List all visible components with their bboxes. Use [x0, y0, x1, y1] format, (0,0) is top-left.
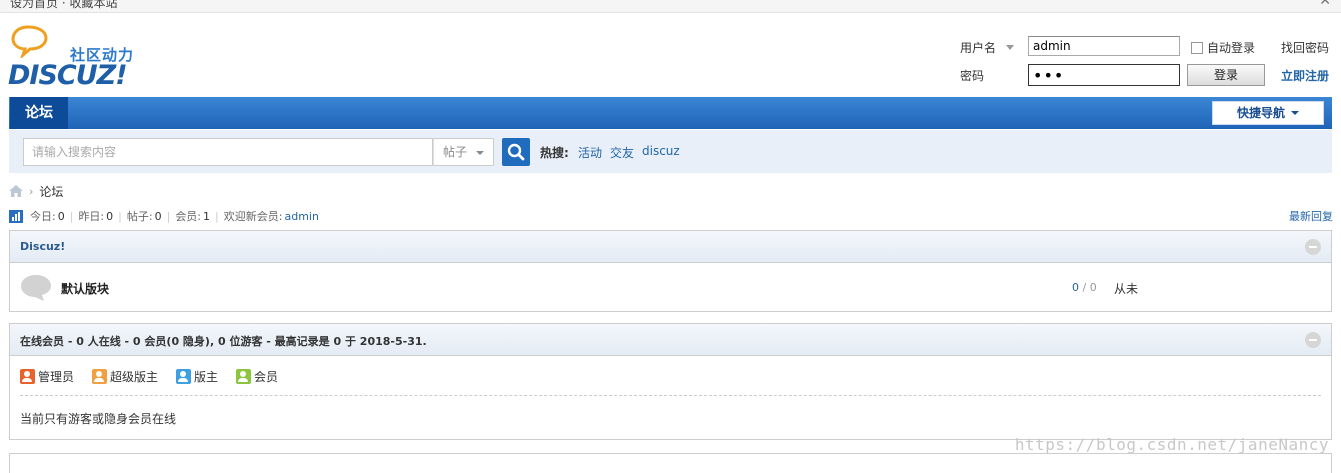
- username-label: 用户名: [960, 41, 997, 55]
- stat-members-value: 1: [203, 209, 211, 223]
- welcome-label: 欢迎新会员:: [223, 210, 283, 223]
- forum-name[interactable]: 默认版块: [61, 280, 109, 297]
- quick-nav-button[interactable]: 快捷导航: [1212, 101, 1324, 125]
- username-input[interactable]: [1028, 36, 1180, 56]
- login-button[interactable]: 登录: [1187, 64, 1265, 86]
- autologin-checkbox[interactable]: 自动登录: [1191, 39, 1255, 56]
- legend-moderator: 版主: [176, 368, 218, 385]
- forgot-password-link[interactable]: 找回密码: [1281, 39, 1329, 56]
- top-links[interactable]: 设为首页 · 收藏本站: [10, 0, 117, 11]
- breadcrumb-current[interactable]: 论坛: [39, 183, 63, 200]
- legend-label: 超级版主: [110, 370, 159, 384]
- divider: [20, 395, 1321, 396]
- bulb-icon: [11, 25, 48, 58]
- search-bar: 请输入搜索内容 帖子 热搜: 活动 交友 discuz: [9, 130, 1332, 173]
- search-icon: [507, 143, 525, 161]
- category-header: Discuz!: [10, 231, 1331, 263]
- forum-last-post: 从未: [1114, 282, 1139, 296]
- online-title: 在线会员 - 0 人在线 - 0 会员(0 隐身), 0 位游客 - 最高记录是…: [20, 335, 427, 348]
- forum-thread-count: 0: [1072, 281, 1079, 294]
- legend-super-moderator: 超级版主: [92, 368, 158, 385]
- stats-chart-icon: [9, 209, 23, 223]
- search-type-label: 帖子: [443, 145, 468, 159]
- member-legend: 管理员 超级版主 版主 会员: [20, 368, 278, 385]
- search-button[interactable]: [502, 138, 530, 166]
- stat-today-value: 0: [57, 209, 65, 223]
- stat-divider: |: [118, 209, 122, 223]
- hot-search-term[interactable]: 交友: [610, 144, 634, 161]
- legend-label: 管理员: [38, 370, 75, 384]
- search-type-select[interactable]: 帖子: [433, 138, 494, 166]
- home-icon[interactable]: [9, 185, 23, 197]
- newest-member-link[interactable]: admin: [284, 210, 318, 223]
- breadcrumb: › 论坛: [9, 183, 63, 199]
- next-panel-edge: [9, 453, 1332, 473]
- moderator-user-icon: [176, 369, 192, 384]
- stat-members-label: 会员:: [175, 210, 202, 223]
- collapse-icon[interactable]: [1305, 332, 1321, 348]
- online-note: 当前只有游客或隐身会员在线: [20, 412, 177, 426]
- caret-down-icon: [476, 151, 484, 155]
- forum-counts: 0 / 0: [1072, 281, 1097, 294]
- collapse-icon[interactable]: [1305, 239, 1321, 255]
- legend-member: 会员: [236, 368, 278, 385]
- logo-wordmark: DISCUZ!: [8, 60, 128, 91]
- legend-label: 版主: [194, 370, 219, 384]
- autologin-label: 自动登录: [1207, 41, 1256, 55]
- breadcrumb-separator: ›: [29, 184, 34, 198]
- super-moderator-user-icon: [92, 369, 108, 384]
- member-user-icon: [236, 369, 252, 384]
- login-form: 用户名 自动登录 找回密码 密码 登录 立即注册: [960, 36, 1340, 92]
- legend-label: 会员: [254, 370, 279, 384]
- site-logo[interactable]: 社区动力 DISCUZ!: [8, 24, 148, 92]
- quick-nav-label: 快捷导航: [1236, 106, 1285, 120]
- forum-bubble-icon: [21, 275, 51, 301]
- password-label: 密码: [960, 69, 985, 83]
- hot-search-term[interactable]: discuz: [642, 144, 680, 158]
- stat-divider: |: [69, 209, 74, 223]
- stat-posts-value: 0: [154, 209, 162, 223]
- search-input[interactable]: 请输入搜索内容: [23, 138, 433, 166]
- watermark: https://blog.csdn.net/janeNancy: [1014, 435, 1329, 454]
- category-panel: Discuz! 默认版块 0 / 0 从未: [9, 230, 1332, 312]
- recent-replies-link[interactable]: 最新回复: [1289, 208, 1333, 224]
- online-header: 在线会员 - 0 人在线 - 0 会员(0 隐身), 0 位游客 - 最高记录是…: [10, 324, 1331, 356]
- caret-down-icon: [1291, 111, 1299, 115]
- chevron-down-icon: [1005, 45, 1014, 50]
- stat-yesterday-value: 0: [106, 209, 114, 223]
- tab-forum[interactable]: 论坛: [10, 97, 68, 129]
- category-title[interactable]: Discuz!: [20, 240, 65, 253]
- hot-search-term[interactable]: 活动: [578, 144, 602, 161]
- top-strip: 设为首页 · 收藏本站 ✕: [0, 0, 1341, 13]
- forum-stats: 今日: 0 | 昨日: 0 | 帖子: 0 | 会员: 1 | 欢迎新会员: admin: [9, 208, 319, 224]
- stat-yesterday-label: 昨日:: [78, 210, 105, 223]
- hot-search-label: 热搜:: [540, 146, 569, 160]
- forum-post-count: 0: [1089, 281, 1097, 294]
- forum-row: 默认版块 0 / 0 从未: [10, 263, 1331, 311]
- register-link[interactable]: 立即注册: [1281, 67, 1329, 84]
- stat-divider: |: [215, 209, 219, 223]
- admin-user-icon: [20, 369, 35, 384]
- stat-today-label: 今日:: [30, 210, 56, 223]
- close-icon[interactable]: ✕: [1319, 0, 1331, 9]
- password-input[interactable]: [1028, 64, 1180, 86]
- stat-posts-label: 帖子:: [126, 210, 153, 223]
- checkbox-box[interactable]: [1191, 41, 1203, 54]
- main-nav: 论坛 快捷导航: [9, 97, 1332, 129]
- stat-divider: |: [166, 209, 171, 223]
- online-members-panel: 在线会员 - 0 人在线 - 0 会员(0 隐身), 0 位游客 - 最高记录是…: [9, 323, 1332, 440]
- legend-admin: 管理员: [20, 368, 74, 385]
- username-type-select[interactable]: 用户名: [960, 39, 1014, 56]
